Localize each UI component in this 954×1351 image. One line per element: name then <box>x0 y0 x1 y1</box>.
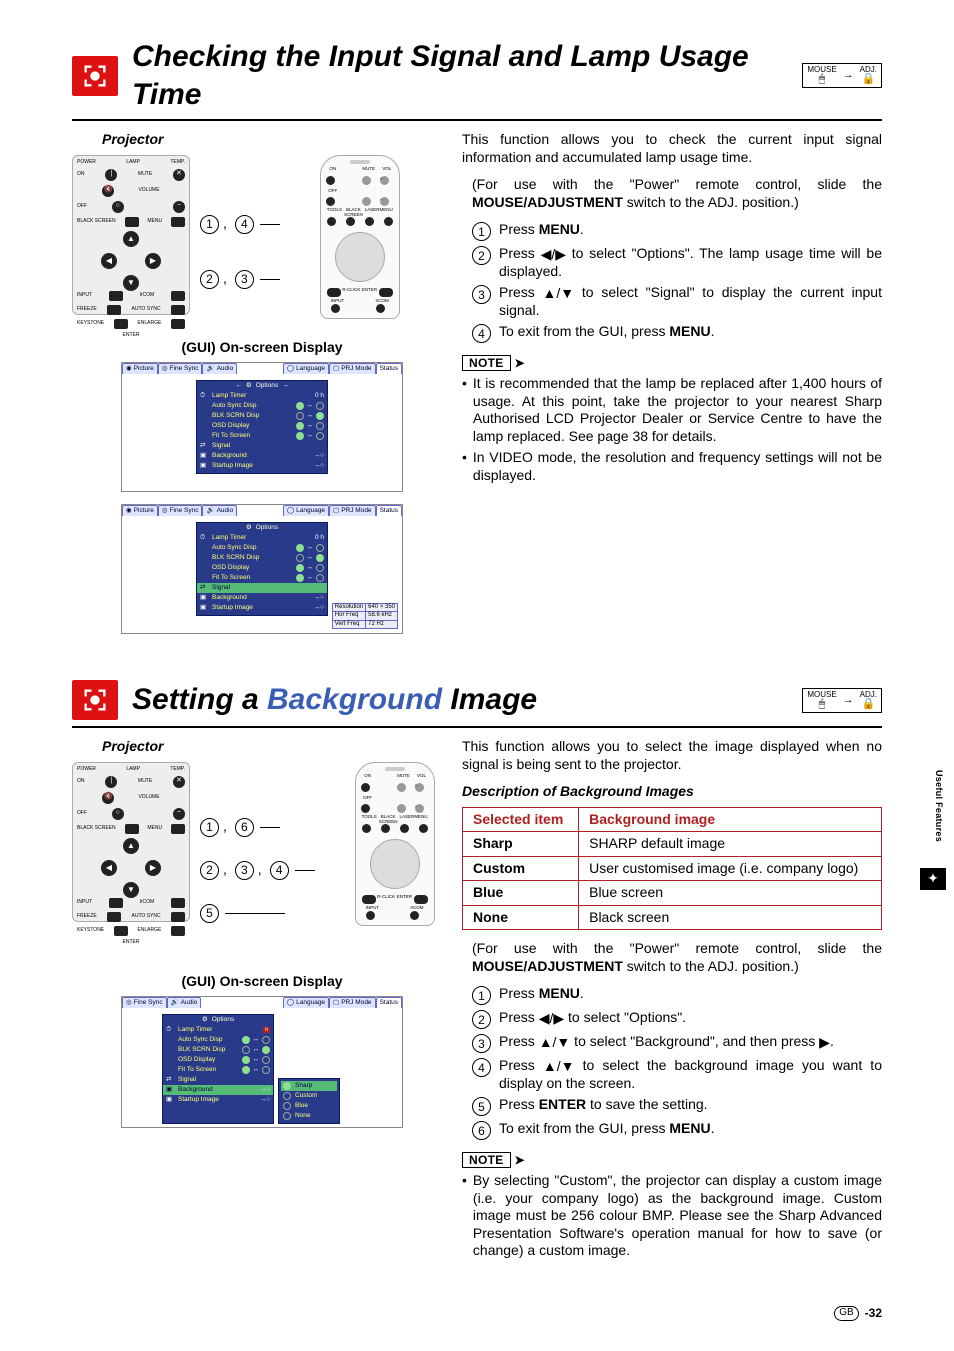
section2-title: Setting a Background Image <box>132 681 802 719</box>
projector-diagram-1: POWERLAMPTEMP. ON|MUTE✕ 🔇VOLUME OFF○− BL… <box>72 155 452 325</box>
list-item: 2 Press ◀/▶ to select "Options". The lam… <box>472 245 882 280</box>
gui-heading-2: (GUI) On-screen Display <box>72 973 452 991</box>
section2-body: Projector POWERLAMPTEMP. ON|MUTE✕ 🔇VOLUM… <box>72 738 882 1264</box>
gui-tabs-1a: ◉Picture ◎Fine Sync 🔊Audio Options ◯Lang… <box>122 363 402 374</box>
mouse-adj-badge: MOUSE🖱 → ADJ.🔒 <box>802 63 882 88</box>
list-item: 1 Press MENU. <box>472 221 882 241</box>
projector-label-2: Projector <box>102 738 452 756</box>
section1-title: Checking the Input Signal and Lamp Usage… <box>132 38 802 113</box>
options-menu-2: ⚙Options ⏱Lamp Timerh Auto Sync Disp↔ BL… <box>162 1014 274 1124</box>
projector-label-1: Projector <box>102 131 452 149</box>
list-item: 3 Press ▲/▼ to select "Signal" to displa… <box>472 284 882 319</box>
desc-heading: Description of Background Images <box>462 783 882 801</box>
remote-panel-2: ONMUTEVOL + OFF − TOOLSBLACK SCREENLASER… <box>355 762 435 926</box>
list-item: 1 Press MENU. <box>472 985 882 1005</box>
section1-notes: It is recommended that the lamp be repla… <box>462 375 882 484</box>
bg-table: Selected itemBackground image SharpSHARP… <box>462 807 882 931</box>
page-footer: GB -32 <box>834 1306 882 1321</box>
projector-panel-2: POWERLAMPTEMP. ON|MUTE✕ 🔇VOLUME OFF○− BL… <box>72 762 190 922</box>
section2-heading: Setting a Background Image MOUSE🖱 → ADJ.… <box>72 680 882 720</box>
section1-heading: Checking the Input Signal and Lamp Usage… <box>72 38 882 113</box>
side-tab: Useful Features <box>933 770 944 842</box>
list-item: 2 Press ◀/▶ to select "Options". <box>472 1009 882 1029</box>
list-item: 4 To exit from the GUI, press MENU. <box>472 323 882 343</box>
gui-box-1b: ◉Picture ◎Fine Sync 🔊Audio ◯Language ▢PR… <box>121 504 403 634</box>
mouse-adj-badge-2: MOUSE🖱 → ADJ.🔒 <box>802 688 882 713</box>
gui-tabs-2: ◎Fine Sync 🔊Audio ◯Language ▢PRJ Mode St… <box>122 997 402 1008</box>
section2-intro: This function allows you to select the i… <box>462 738 882 773</box>
section1-steps: 1 Press MENU. 2 Press ◀/▶ to select "Opt… <box>472 221 882 343</box>
gui-box-2: ◎Fine Sync 🔊Audio ◯Language ▢PRJ Mode St… <box>121 996 403 1128</box>
gui-heading-1: (GUI) On-screen Display <box>72 339 452 357</box>
side-tab-icon: ✦ <box>920 868 946 890</box>
bg-submenu: Sharp Custom Blue None <box>278 1078 340 1124</box>
list-item: 3 Press ▲/▼ to select "Background", and … <box>472 1033 882 1053</box>
section1-left: Projector POWERLAMPTEMP. ON|MUTE✕ 🔇VOLUM… <box>72 131 452 646</box>
section2-notes: By selecting "Custom", the projector can… <box>462 1172 882 1260</box>
section2-left: Projector POWERLAMPTEMP. ON|MUTE✕ 🔇VOLUM… <box>72 738 452 1264</box>
section2-rule <box>72 726 882 728</box>
section2-right: This function allows you to select the i… <box>462 738 882 1264</box>
section1-rule <box>72 119 882 121</box>
projector-panel-1: POWERLAMPTEMP. ON|MUTE✕ 🔇VOLUME OFF○− BL… <box>72 155 190 315</box>
list-item: 4 Press ▲/▼ to select the background ima… <box>472 1057 882 1092</box>
list-item: 6 To exit from the GUI, press MENU. <box>472 1120 882 1140</box>
section1-icon <box>72 56 118 96</box>
callouts-2: 1, 6 2, 3, 4 5 <box>200 818 315 959</box>
list-item: 5 Press ENTER to save the setting. <box>472 1096 882 1116</box>
section2-icon <box>72 680 118 720</box>
section1-prelude: (For use with the "Power" remote control… <box>472 176 882 211</box>
section1-right: This function allows you to check the cu… <box>462 131 882 646</box>
section2-prelude: (For use with the "Power" remote control… <box>472 940 882 975</box>
callouts-1: 1, 4 2, 3 <box>200 215 280 325</box>
signal-table: Resolution640 × 350 Hor Freq58.6 kHz Ver… <box>332 603 398 630</box>
gui-tabs-1b: ◉Picture ◎Fine Sync 🔊Audio ◯Language ▢PR… <box>122 505 402 516</box>
page-number: -32 <box>865 1306 882 1321</box>
section2-steps: 1 Press MENU. 2 Press ◀/▶ to select "Opt… <box>472 985 882 1140</box>
projector-diagram-2: POWERLAMPTEMP. ON|MUTE✕ 🔇VOLUME OFF○− BL… <box>72 762 452 959</box>
section1-intro: This function allows you to check the cu… <box>462 131 882 166</box>
note-label-1: NOTE➤ <box>462 355 882 371</box>
note-label-2: NOTE➤ <box>462 1152 882 1168</box>
gui-box-1a: ◉Picture ◎Fine Sync 🔊Audio Options ◯Lang… <box>121 362 403 492</box>
remote-panel-1: ONMUTEVOL + OFF − TOOLSBLACK SCREENLASER… <box>320 155 400 319</box>
options-menu-1a: ←⚙Options→ ⏱Lamp Timer0 h Auto Sync Disp… <box>196 380 328 474</box>
options-menu-1b: ⚙Options ⏱Lamp Timer0 h Auto Sync Disp↔ … <box>196 522 328 616</box>
section1-body: Projector POWERLAMPTEMP. ON|MUTE✕ 🔇VOLUM… <box>72 131 882 646</box>
